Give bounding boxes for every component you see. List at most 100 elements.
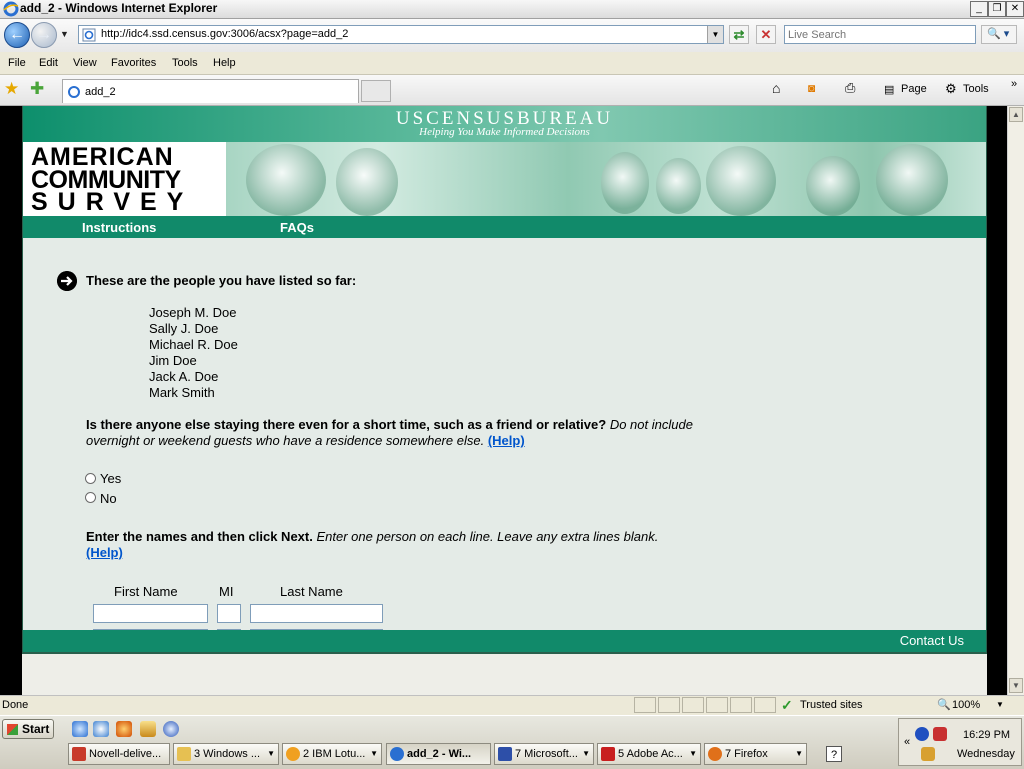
entry-help-link[interactable]: (Help) [86, 545, 123, 560]
page-menu-button[interactable]: Page [901, 83, 927, 95]
mi-input[interactable] [217, 604, 241, 623]
more-commands-icon[interactable]: » [1011, 78, 1017, 90]
zoom-level[interactable]: 100% [952, 699, 980, 711]
taskbar-item-windows[interactable]: 3 Windows ... ▼ [173, 743, 279, 765]
stop-button[interactable]: ✕ [756, 25, 776, 44]
menu-file[interactable]: File [8, 57, 26, 69]
close-button[interactable]: ✕ [1006, 1, 1024, 17]
media-quicklaunch-icon[interactable] [163, 721, 179, 737]
favorites-star-icon[interactable]: ★ [4, 79, 19, 99]
zoom-dropdown-icon[interactable]: ▼ [996, 700, 1004, 709]
status-bar: Done ✓ Trusted sites 🔍 100% ▼ [0, 695, 1024, 715]
status-cell [682, 697, 704, 713]
home-icon[interactable]: ⌂ [772, 80, 780, 96]
clock-time[interactable]: 16:29 PM [963, 729, 1010, 741]
adobe-app-icon [601, 747, 615, 761]
task-label: 5 Adobe Ac... [618, 748, 683, 760]
status-text: Done [2, 699, 29, 711]
minimize-button[interactable]: _ [970, 1, 988, 17]
menu-help[interactable]: Help [213, 57, 236, 69]
task-label: 7 Microsoft... [515, 748, 578, 760]
lotus-app-icon [286, 747, 300, 761]
contact-us-link[interactable]: Contact Us [900, 633, 964, 648]
enter-note: Enter one person on each line. Leave any… [316, 529, 659, 544]
tray-expand-icon[interactable]: « [904, 736, 910, 748]
person-name: Jack A. Doe [149, 369, 219, 384]
antivirus-tray-icon[interactable] [933, 727, 947, 741]
question-help-link[interactable]: (Help) [488, 433, 525, 448]
taskbar-item-word[interactable]: 7 Microsoft... ▼ [494, 743, 594, 765]
start-button[interactable]: Start [2, 719, 54, 739]
window-title: add_2 - Windows Internet Explorer [20, 1, 218, 15]
task-label: add_2 - Wi... [407, 748, 472, 760]
tab-label: add_2 [85, 86, 116, 98]
feeds-icon[interactable]: ◙ [808, 81, 815, 95]
update-tray-icon[interactable] [921, 747, 935, 761]
acs-page: USCENSUSBUREAU Helping You Make Informed… [22, 106, 987, 652]
help-icon[interactable]: ? [826, 746, 842, 762]
tools-menu-button[interactable]: Tools [963, 83, 989, 95]
tools-gear-icon[interactable]: ⚙ [945, 81, 957, 97]
photo-face [336, 148, 398, 216]
ie-app-icon [390, 747, 404, 761]
address-bar[interactable]: http://idc4.ssd.census.gov:3006/acsx?pag… [78, 25, 724, 44]
instructions-link[interactable]: Instructions [82, 220, 156, 235]
back-button[interactable]: ← [4, 22, 30, 48]
photo-face [601, 152, 649, 214]
print-icon[interactable]: ⎙ [845, 80, 855, 96]
status-cell [730, 697, 752, 713]
last-name-input[interactable] [250, 604, 383, 623]
page-background [22, 654, 987, 695]
scroll-down-icon[interactable]: ▼ [1009, 678, 1023, 693]
group-dropdown-icon: ▼ [582, 749, 590, 758]
group-dropdown-icon: ▼ [689, 749, 697, 758]
address-dropdown-icon[interactable]: ▼ [707, 26, 723, 43]
zoom-icon[interactable]: 🔍 [937, 698, 951, 711]
yes-label: Yes [100, 471, 122, 486]
live-search-input[interactable] [784, 25, 976, 44]
tab-add-2[interactable]: add_2 [62, 79, 359, 103]
status-cell [754, 697, 776, 713]
search-button[interactable]: 🔍 ▾ [981, 25, 1017, 44]
network-tray-icon[interactable] [915, 727, 929, 741]
outlook-quicklaunch-icon[interactable] [93, 721, 109, 737]
status-cell [634, 697, 656, 713]
group-dropdown-icon: ▼ [370, 749, 378, 758]
ie-quicklaunch-icon[interactable] [72, 721, 88, 737]
taskbar-item-adobe[interactable]: 5 Adobe Ac... ▼ [597, 743, 701, 765]
enter-text: Enter the names and then click Next. [86, 529, 313, 544]
faqs-link[interactable]: FAQs [280, 220, 314, 235]
status-cell [658, 697, 680, 713]
page-menu-icon[interactable]: ▤ [884, 83, 894, 96]
new-tab-button[interactable] [361, 80, 391, 102]
person-name: Sally J. Doe [149, 321, 219, 336]
firefox-quicklaunch-icon[interactable] [116, 721, 132, 737]
census-banner: USCENSUSBUREAU Helping You Make Informed… [23, 106, 986, 142]
first-name-input[interactable] [93, 604, 208, 623]
taskbar-item-firefox[interactable]: 7 Firefox ▼ [704, 743, 807, 765]
menu-favorites[interactable]: Favorites [111, 57, 156, 69]
no-radio[interactable] [85, 492, 96, 503]
photo-face [656, 158, 701, 214]
folder-quicklaunch-icon[interactable] [140, 721, 156, 737]
photo-face [706, 146, 776, 216]
maximize-button[interactable]: ❐ [988, 1, 1006, 17]
content-viewport: USCENSUSBUREAU Helping You Make Informed… [0, 106, 1007, 695]
taskbar-item-add2[interactable]: add_2 - Wi... [386, 743, 491, 765]
menu-edit[interactable]: Edit [39, 57, 58, 69]
menu-tools[interactable]: Tools [172, 57, 198, 69]
taskbar-item-novell[interactable]: Novell-delive... [68, 743, 170, 765]
taskbar-item-lotus[interactable]: 2 IBM Lotu... ▼ [282, 743, 382, 765]
person-name: Joseph M. Doe [149, 305, 237, 320]
forward-button[interactable]: → [31, 22, 57, 48]
refresh-button[interactable]: ⇄ [729, 25, 749, 44]
menu-view[interactable]: View [73, 57, 97, 69]
scroll-up-icon[interactable]: ▲ [1009, 107, 1023, 122]
group-dropdown-icon: ▼ [795, 749, 803, 758]
vertical-scrollbar[interactable]: ▲ ▼ [1007, 106, 1024, 695]
people-list: Joseph M. Doe Sally J. Doe Michael R. Do… [149, 305, 238, 401]
yes-radio[interactable] [85, 473, 96, 484]
site-nav: Instructions FAQs [23, 216, 986, 238]
recent-pages-dropdown-icon[interactable]: ▼ [60, 29, 69, 39]
add-favorite-icon[interactable]: ✚ [30, 79, 44, 99]
